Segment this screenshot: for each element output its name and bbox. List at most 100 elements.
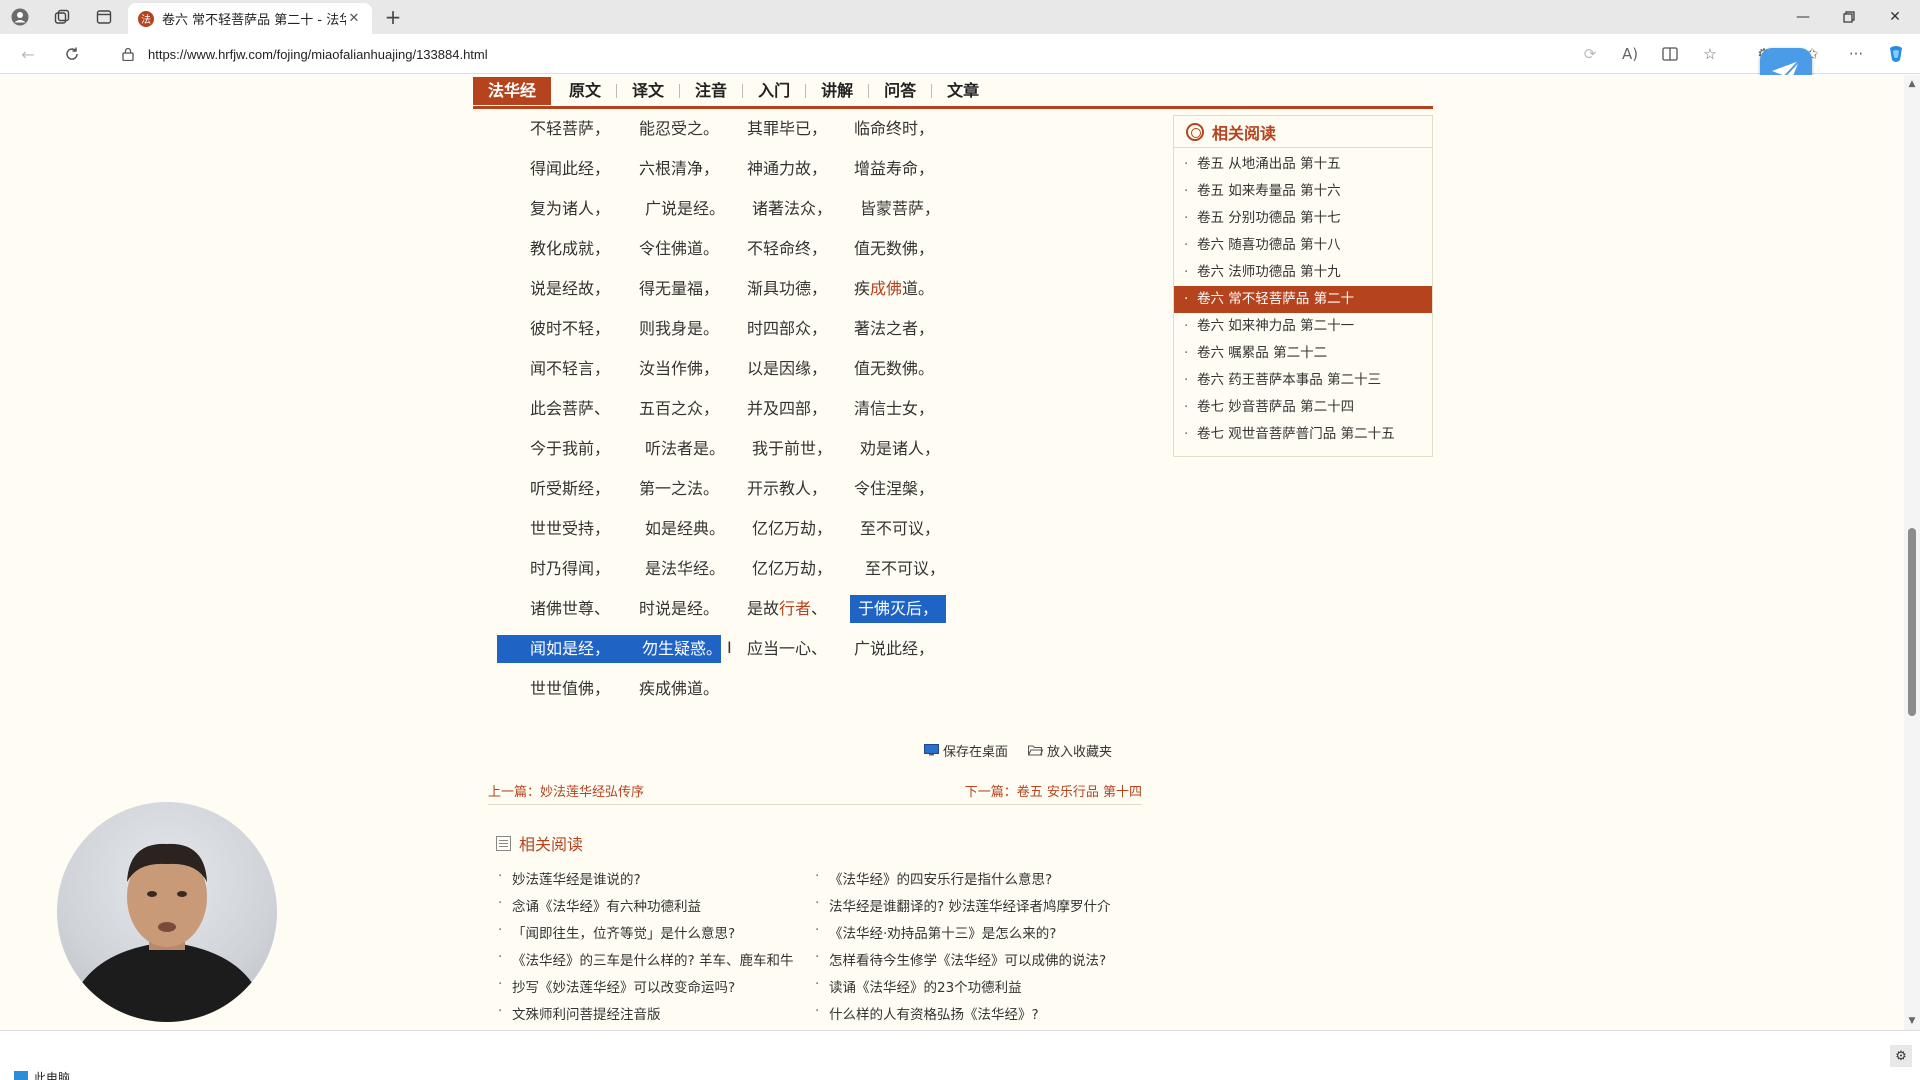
verse-phrase: 得无量福， [639,279,720,298]
verse-text: 闻如是经， [530,639,611,658]
sidebar-chapter-link[interactable]: 卷五 如来寿量品 第十六 [1174,178,1432,205]
verse-phrase: 广说此经， [854,639,935,658]
subnav-item-pinyin[interactable]: 注音 [680,77,742,105]
sidebar-chapter-link[interactable]: 卷六 嘱累品 第二十二 [1174,340,1432,367]
verse-phrase: 渐具功德， [747,279,828,298]
verse-highlight: 行者 [779,599,812,618]
subnav-item-fahuajing[interactable]: 法华经 [473,76,552,105]
more-options-icon[interactable]: ··· [1844,42,1868,66]
sidebar-chapter-link[interactable]: 卷五 分别功德品 第十七 [1174,205,1432,232]
url-field[interactable]: https://www.hrfjw.com/fojing/miaofalianh… [112,39,1732,69]
verse-phrase: 其罪毕已， [747,119,828,138]
verse-phrase: 令住佛道。 [639,239,720,258]
taskbar-item-label[interactable]: 此电脑 [34,1069,70,1080]
browser-tab-bar: 法 卷六 常不轻菩萨品 第二十 - 法华 ✕ + — ✕ [0,0,1920,34]
verse-phrase: 能忍受之。 [639,119,720,138]
verse-phrase: 诸著法众， [752,199,833,218]
verse-phrase: 疾成佛道。 [639,679,720,698]
related-list-right: 《法华经》的四安乐行是指什么意思? 法华经是谁翻译的? 妙法莲华经译者鸠摩罗什介… [813,868,1110,1030]
related-link[interactable]: 「闻即往生，位齐等觉」是什么意思? [496,922,793,949]
verse-phrase: 闻不轻言， [530,359,611,378]
subnav-item-translation[interactable]: 译文 [617,77,679,105]
browser-tab-active[interactable]: 法 卷六 常不轻菩萨品 第二十 - 法华 ✕ [128,3,372,34]
site-favicon-icon: 法 [138,10,154,27]
verse-phrase: 并及四部， [747,399,828,418]
lock-icon[interactable] [122,47,136,62]
related-link[interactable]: 读诵《法华经》的23个功德利益 [813,976,1110,1003]
computer-icon [14,1071,28,1080]
favorite-star-icon[interactable]: ☆ [1698,42,1722,66]
verse-phrase: 六根清净， [639,159,720,178]
scroll-up-icon[interactable]: ▲ [1907,79,1917,89]
verse-phrase: 听法者是。 [645,439,726,458]
related-link[interactable]: 妙法莲华经是谁说的? [496,868,793,895]
sidebar-chapter-link[interactable]: 卷五 从地涌出品 第十五 [1174,151,1432,178]
sidebar-chapter-link[interactable]: 卷六 如来神力品 第二十一 [1174,313,1432,340]
sidebar-chapter-link[interactable]: 卷六 药王菩萨本事品 第二十三 [1174,367,1432,394]
new-tab-icon[interactable]: + [381,5,405,29]
verse-phrase: 时四部众， [747,319,828,338]
profile-icon[interactable] [8,5,32,29]
related-reading-title: 相关阅读 [519,835,584,854]
verse-phrase: 临命终时， [854,119,935,138]
save-actions: 保存在桌面 放入收藏夹 [924,739,1144,761]
subnav-item-intro[interactable]: 入门 [743,77,805,105]
list-icon [496,835,511,851]
page-content: 法华经 原文 译文 注音 入门 讲解 问答 文章 不轻菩萨， 能忍受之。 其罪毕… [0,75,1920,1030]
related-link[interactable]: 怎样看待今生修学《法华经》可以成佛的说法? [813,949,1110,976]
related-link[interactable]: 什么样的人有资格弘扬《法华经》? [813,1003,1110,1030]
close-window-icon[interactable]: ✕ [1872,0,1918,34]
sidebar-chapter-link[interactable]: 卷六 随喜功德品 第十八 [1174,232,1432,259]
related-link[interactable]: 《法华经》的三车是什么样的? 羊车、鹿车和牛 [496,949,793,976]
tray-icon[interactable]: ⚙ [1890,1045,1912,1067]
sidebar-chapter-link-active[interactable]: 卷六 常不轻菩萨品 第二十 [1174,286,1432,313]
verse-highlight: 成佛 [870,279,903,298]
verse-phrase: 听受斯经， [530,479,611,498]
verse-phrase: 复为诸人， [530,199,611,218]
workspaces-icon[interactable] [50,5,74,29]
scroll-down-icon[interactable]: ▼ [1907,1016,1917,1026]
verse-phrase: 如是经典。 [645,519,726,538]
related-link[interactable]: 《法华经·劝持品第十三》是怎么来的? [813,922,1110,949]
refresh-icon[interactable] [60,42,84,66]
text-cursor-icon: I [727,638,732,657]
subnav-item-articles[interactable]: 文章 [932,77,994,105]
subnav-item-qa[interactable]: 问答 [869,77,931,105]
restore-icon[interactable] [1826,0,1872,34]
reading-view-icon[interactable]: ⟳ [1578,42,1602,66]
back-icon[interactable]: ← [16,42,40,66]
tab-close-icon[interactable]: ✕ [346,11,362,26]
verse-phrase: 第一之法。 [639,479,720,498]
minimize-icon[interactable]: — [1780,0,1826,34]
related-link[interactable]: 法华经是谁翻译的? 妙法莲华经译者鸠摩罗什介 [813,895,1110,922]
related-link[interactable]: 《法华经》的四安乐行是指什么意思? [813,868,1110,895]
verse-phrase: 劝是诸人， [860,439,941,458]
related-reading-heading: 相关阅读 [496,830,1156,856]
verse-phrase: 著法之者， [854,319,935,338]
address-bar: ← https://www.hrfjw.com/fojing/miaofalia… [0,34,1920,74]
save-to-desktop-link[interactable]: 保存在桌面 [943,741,1008,760]
related-link[interactable]: 抄写《妙法莲华经》可以改变命运吗? [496,976,793,1003]
verse-phrase: 我于前世， [752,439,833,458]
immersive-reader-icon[interactable] [1658,42,1682,66]
related-link[interactable]: 念诵《法华经》有六种功德利益 [496,895,793,922]
vertical-tabs-icon[interactable] [92,5,116,29]
copilot-icon[interactable] [1884,42,1908,66]
verse-phrase: 时乃得闻， [530,559,611,578]
next-article-link[interactable]: 卷五 安乐行品 第十四 [1017,785,1142,800]
read-aloud-icon[interactable]: A) [1618,42,1642,66]
sidebar-chapter-link[interactable]: 卷七 观世音菩萨普门品 第二十五 [1174,421,1432,448]
sidebar-title: 相关阅读 [1212,123,1277,143]
verse-phrase: 此会菩萨、 [530,399,611,418]
prev-article-link[interactable]: 妙法莲华经弘传序 [540,785,644,800]
verse-phrase: 值无数佛。 [854,359,935,378]
related-link[interactable]: 文殊师利问菩提经注音版 [496,1003,793,1030]
subnav-item-original[interactable]: 原文 [554,77,616,105]
add-to-favorites-link[interactable]: 放入收藏夹 [1047,741,1112,760]
sidebar-chapter-link[interactable]: 卷七 妙音菩萨品 第二十四 [1174,394,1432,421]
subnav-item-lecture[interactable]: 讲解 [806,77,868,105]
sidebar-chapter-link[interactable]: 卷六 法师功德品 第十九 [1174,259,1432,286]
verse-phrase: 增益寿命， [854,159,935,178]
verse-text: 勿生疑惑。 [642,639,723,658]
scrollbar-thumb[interactable] [1908,528,1916,716]
